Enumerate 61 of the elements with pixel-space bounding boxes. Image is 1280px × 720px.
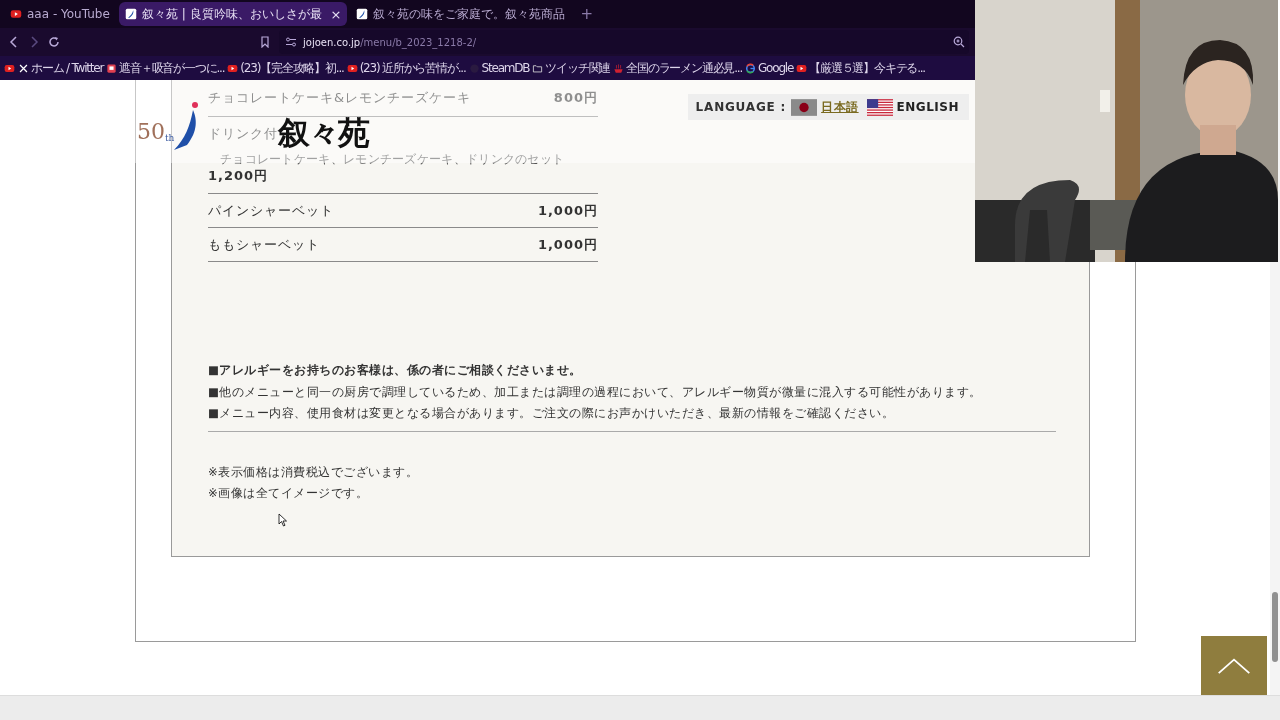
bookmark-label: SteamDB [481, 61, 530, 75]
ramen-icon [613, 62, 625, 74]
url-path: /menu/b_2023_1218-2/ [360, 36, 477, 48]
mouse-cursor-icon [278, 513, 288, 527]
new-tab-button[interactable]: + [580, 5, 593, 23]
note-text: ■メニュー内容、使用食材は変更となる場合があります。ご注文の際にお声かけいただき、最新の情報をご確認ください。 [208, 405, 896, 422]
menu-item-price: 1,000円 [537, 235, 598, 254]
menu-item-price: 1,200円 [208, 167, 269, 185]
browser-tab[interactable]: 叙々苑の味をご家庭で。叙々苑商品 [350, 2, 572, 26]
bookmark[interactable]: Google [745, 61, 794, 75]
note-text: ■他のメニューと同一の厨房で調理しているため、加工または調理の過程において、アレルギー物質が微量に混入する可能性があります。 [208, 383, 983, 401]
close-tab-button[interactable]: × [330, 6, 342, 22]
youtube-icon [227, 62, 239, 74]
folder-icon [532, 62, 544, 74]
bookmark[interactable]: ツイッチ関連 [532, 59, 611, 77]
browser-tab[interactable]: 叙々苑 | 良質吟味、おいしさが最 × [118, 2, 348, 26]
language-link[interactable]: 日本語 [821, 98, 859, 116]
bookmark-label: ツイッチ関連 [545, 59, 611, 77]
browser-tab[interactable]: aaa - YouTube [4, 2, 116, 26]
youtube-icon [796, 62, 808, 74]
site-settings-icon[interactable] [285, 36, 297, 48]
bookmark-label: ホーム / Twitter [31, 59, 104, 77]
menu-item-description: チョコレートケーキ、レモンチーズケーキ、ドリンクのセット [219, 151, 565, 168]
menu-item-price: 1,000円 [537, 201, 598, 220]
menu-item-name: チョコレートケーキ&レモンチーズケーキ [208, 90, 472, 105]
note-text: ■アレルギーをお持ちのお客様は、係の者にご相談くださいませ。 [208, 362, 583, 379]
shop-icon [106, 62, 118, 74]
bookmark-label: Google [758, 61, 794, 75]
footnote-text: ※画像は全てイメージです。 [208, 484, 370, 502]
menu-item-name: ももシャーベット [208, 236, 320, 252]
google-icon [745, 62, 756, 74]
youtube-icon [10, 8, 22, 20]
chevron-up-icon [1216, 656, 1252, 675]
bookmark[interactable]: ホーム / Twitter [18, 59, 104, 77]
menu-item-name: ドリンク付 [208, 126, 278, 141]
youtube-icon [346, 62, 358, 74]
url-host: jojoen.co.jp [303, 36, 361, 48]
us-flag-icon [866, 98, 893, 116]
tab-title: 叙々苑 | 良質吟味、おいしさが最 [141, 5, 322, 23]
site-favicon-icon [124, 8, 137, 20]
tab-title: aaa - YouTube [27, 7, 110, 21]
address-bar[interactable]: jojoen.co.jp/menu/b_2023_1218-2/ [279, 30, 969, 54]
youtube-icon[interactable] [4, 62, 15, 74]
language-link[interactable]: ENGLISH [896, 100, 959, 114]
logo-text[interactable]: 叙々苑 [278, 115, 368, 151]
bookmark-icon[interactable] [259, 36, 271, 48]
site-favicon-icon [356, 8, 369, 20]
bookmark[interactable]: SteamDB [468, 61, 530, 75]
japan-flag-icon [791, 98, 818, 116]
menu-item-price: 800円 [553, 89, 598, 107]
scrollbar-thumb[interactable] [1272, 592, 1278, 662]
tab-title: 叙々苑の味をご家庭で。叙々苑商品 [373, 5, 566, 23]
reload-icon[interactable] [48, 36, 60, 48]
footnote-text: ※表示価格は消費税込でございます。 [208, 463, 420, 481]
forward-icon[interactable] [28, 36, 40, 48]
x-logo-icon [18, 62, 29, 74]
anniversary-logo: 50th [137, 121, 173, 143]
menu-item-name: パインシャーベット [208, 202, 334, 218]
back-icon[interactable] [8, 36, 20, 48]
language-label: LANGUAGE : [695, 100, 787, 114]
zoom-icon[interactable] [953, 36, 965, 48]
